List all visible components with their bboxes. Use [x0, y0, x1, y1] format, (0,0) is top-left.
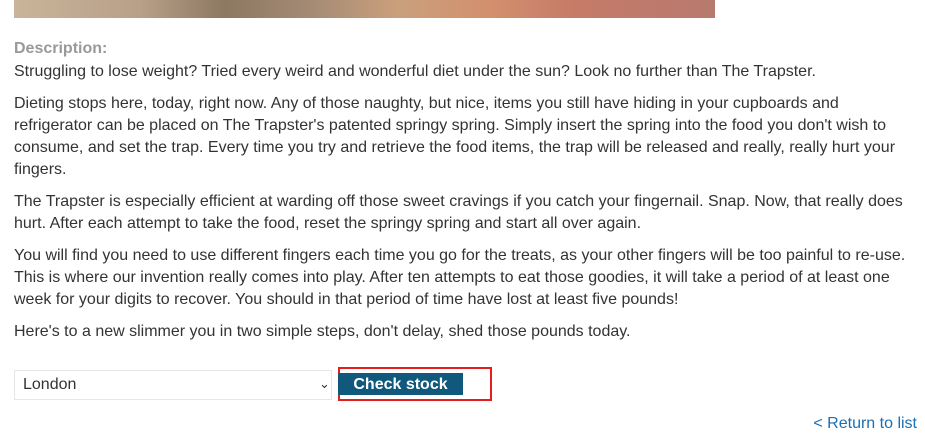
store-select[interactable]: London [14, 370, 332, 400]
description-label: Description: [14, 40, 108, 57]
description-paragraph: Struggling to lose weight? Tried every w… [14, 63, 816, 80]
return-to-list-link[interactable]: < Return to list [813, 414, 917, 433]
check-stock-button[interactable]: Check stock [338, 373, 463, 395]
product-page: Description: Struggling to lose weight? … [0, 0, 925, 439]
product-image [14, 0, 715, 18]
description-paragraph: Here's to a new slimmer you in two simpl… [14, 323, 631, 340]
description-paragraph: You will find you need to use different … [14, 247, 906, 308]
chevron-down-icon: ⌄ [319, 376, 330, 391]
store-select-value: London [23, 376, 77, 393]
description-body: Struggling to lose weight? Tried every w… [14, 61, 914, 353]
description-paragraph: Dieting stops here, today, right now. An… [14, 95, 896, 178]
description-paragraph: The Trapster is especially efficient at … [14, 193, 903, 232]
